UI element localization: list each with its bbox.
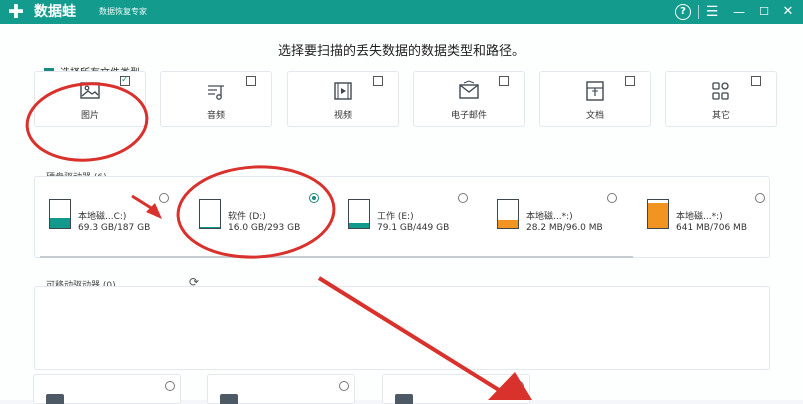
bottom-card-radio[interactable]: [165, 381, 175, 391]
drive-size: 641 MB/706 MB: [676, 223, 747, 233]
desktop-icon: [220, 394, 238, 404]
drive-item[interactable]: 软件 (D:) 16.0 GB/293 GB: [199, 193, 319, 251]
file-type-label: 文档: [585, 111, 604, 121]
app-name: 数据蛙: [34, 4, 76, 20]
drive-size: 28.2 MB/96.0 MB: [526, 223, 603, 233]
drive-usage-fill: [349, 222, 369, 228]
file-type-checkbox[interactable]: [120, 75, 130, 86]
image-icon: [80, 82, 100, 99]
drive-usage-fill: [498, 219, 518, 228]
drive-icon: [497, 199, 519, 229]
removable-drives-panel: [34, 286, 770, 370]
drive-name: 软件 (D:): [228, 212, 266, 222]
other-icon: [712, 82, 729, 100]
drive-list-divider: [40, 256, 633, 258]
file-type-card-audio[interactable]: 音频: [160, 71, 272, 127]
drive-usage-fill: [50, 217, 70, 228]
drive-item[interactable]: 本地磁...*:) 28.2 MB/96.0 MB: [497, 193, 617, 251]
maximize-icon[interactable]: ☐: [755, 3, 773, 21]
file-type-card-document[interactable]: 文档: [539, 71, 651, 127]
document-icon: [586, 81, 604, 101]
bottom-card-radio[interactable]: [339, 381, 349, 391]
menu-icon[interactable]: ☰: [703, 3, 721, 21]
file-type-checkbox[interactable]: [246, 76, 256, 86]
file-type-label: 其它: [711, 111, 730, 121]
help-icon[interactable]: ?: [675, 4, 691, 20]
file-type-card-video[interactable]: 视频: [287, 71, 399, 127]
drive-item[interactable]: 工作 (E:) 79.1 GB/449 GB: [348, 193, 468, 251]
close-icon[interactable]: ✕: [779, 3, 797, 21]
drive-name: 本地磁...*:): [676, 212, 723, 222]
file-type-checkbox[interactable]: [499, 76, 509, 86]
drive-size: 16.0 GB/293 GB: [228, 223, 301, 233]
file-type-checkbox[interactable]: [373, 76, 383, 86]
drive-radio[interactable]: [607, 193, 617, 203]
trash-icon: [46, 394, 64, 404]
drive-name: 本地磁...C:): [78, 212, 127, 222]
app-logo-icon: ✚: [8, 1, 24, 23]
drive-radio[interactable]: [755, 193, 765, 203]
drive-item[interactable]: 本地磁...C:) 69.3 GB/187 GB: [49, 193, 169, 251]
file-type-checkbox[interactable]: [625, 76, 635, 86]
drive-usage-fill: [648, 202, 668, 228]
file-type-label: 图片: [80, 111, 99, 121]
drive-icon: [199, 199, 221, 229]
drive-radio[interactable]: [159, 193, 169, 203]
app-subtitle: 数据恢复专家: [99, 7, 147, 16]
drive-radio[interactable]: [309, 193, 319, 203]
title-bar-divider: [698, 5, 699, 19]
drive-usage-fill: [200, 226, 220, 228]
drive-icon: [348, 199, 370, 229]
file-type-checkbox[interactable]: [751, 76, 761, 86]
folder-icon: [395, 394, 413, 404]
drive-name: 本地磁...*:): [526, 212, 573, 222]
video-icon: [334, 82, 352, 100]
drive-size: 79.1 GB/449 GB: [377, 223, 450, 233]
drive-size: 69.3 GB/187 GB: [78, 223, 151, 233]
file-type-label: 音频: [206, 111, 225, 121]
minimize-icon[interactable]: —: [730, 3, 748, 21]
file-type-label: 视频: [333, 111, 352, 121]
drive-radio[interactable]: [458, 193, 468, 203]
file-type-card-image[interactable]: 图片: [34, 71, 146, 127]
music-icon: [208, 85, 224, 100]
drive-icon: [647, 199, 669, 229]
bottom-card-radio[interactable]: [514, 381, 524, 391]
drive-name: 工作 (E:): [377, 212, 414, 222]
file-type-label: 电子邮件: [450, 111, 487, 121]
file-type-card-email[interactable]: 电子邮件: [413, 71, 525, 127]
mail-icon: [459, 80, 479, 99]
drive-item[interactable]: 本地磁...*:) 641 MB/706 MB: [647, 193, 767, 251]
drive-icon: [49, 199, 71, 229]
file-type-card-other[interactable]: 其它: [665, 71, 777, 127]
page-heading: 选择要扫描的丢失数据的数据类型和路径。: [277, 44, 525, 59]
title-bar: ✚ 数据蛙 数据恢复专家 ? ☰ — ☐ ✕: [0, 0, 803, 24]
